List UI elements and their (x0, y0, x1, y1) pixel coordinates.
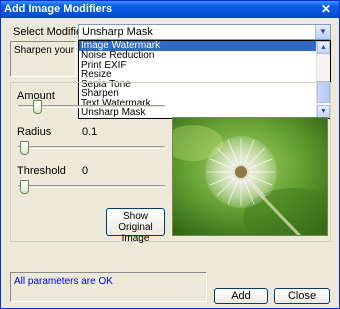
radius-label: Radius (17, 126, 52, 138)
threshold-label: Threshold (17, 165, 66, 177)
modifier-select[interactable]: Unsharp Mask ▼ (78, 24, 331, 40)
image-preview (172, 117, 328, 236)
chevron-down-icon[interactable]: ▼ (315, 25, 330, 39)
radius-slider-track[interactable] (18, 146, 165, 149)
window-title: Add Image Modifiers (4, 3, 113, 15)
scroll-up-icon[interactable]: ▲ (317, 41, 330, 54)
select-modifier-label: Select Modifier (13, 26, 86, 38)
status-box: All parameters are OK (10, 272, 207, 302)
modifier-selected-value: Unsharp Mask (82, 26, 153, 38)
amount-slider-thumb[interactable] (33, 100, 42, 114)
dandelion-photo (173, 118, 327, 235)
threshold-slider-track[interactable] (18, 185, 165, 188)
dialog-window: Add Image Modifiers ✕ Select Modifier Sh… (0, 0, 340, 309)
status-message: All parameters are OK (14, 276, 113, 287)
modifier-description-box: Sharpen your image (10, 41, 76, 77)
title-bar[interactable]: Add Image Modifiers ✕ (1, 1, 339, 18)
window-close-icon[interactable]: ✕ (319, 2, 333, 16)
show-original-image-button[interactable]: Show Original Image (106, 208, 165, 244)
radius-value: 0.1 (82, 126, 98, 138)
close-button[interactable]: Close (274, 288, 330, 304)
threshold-slider-thumb[interactable] (20, 180, 29, 194)
modifier-description: Sharpen your image (14, 45, 75, 56)
add-button[interactable]: Add (214, 288, 268, 304)
radius-slider-thumb[interactable] (20, 141, 29, 155)
threshold-value: 0 (82, 165, 89, 177)
